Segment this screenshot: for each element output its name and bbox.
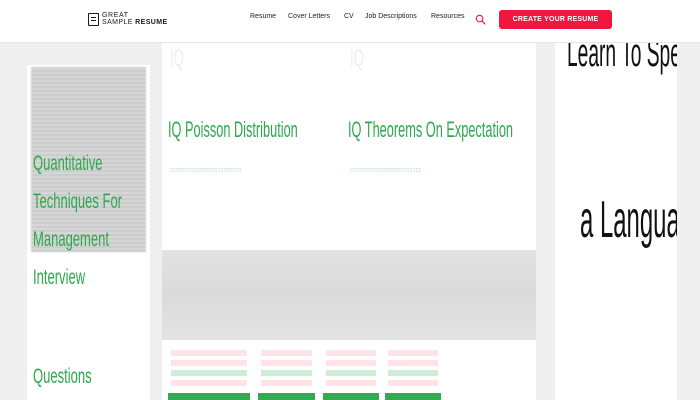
nav-cover-letters[interactable]: Cover Letters (288, 13, 330, 25)
related-card[interactable] (323, 346, 379, 400)
related-card[interactable] (168, 346, 250, 400)
logo-line-2: SAMPLE RESUME (102, 19, 168, 26)
nav-job-descriptions[interactable]: Job Descriptions (365, 13, 417, 25)
ad-banner-language[interactable]: Learn To Speak a Language (555, 43, 677, 400)
related-cards (162, 340, 536, 400)
site-header: GREAT SAMPLE RESUME Resume Cover Letters… (0, 0, 700, 43)
related-card[interactable] (385, 346, 441, 400)
article-card-row: IQ IQ IQ Poisson Distribution IQ Theorem… (162, 43, 536, 250)
banner-headline-2: a Language (580, 191, 677, 249)
card-subtitle: ▭▭▭▭▭▭▭▭▭▭▭▭ (170, 164, 242, 174)
nav-resources[interactable]: Resources (431, 13, 464, 25)
article-title-expectation[interactable]: IQ Theorems On Expectation (348, 117, 513, 143)
card-ghost-text: IQ (350, 45, 364, 72)
site-logo[interactable]: GREAT SAMPLE RESUME (88, 11, 168, 27)
search-icon[interactable] (475, 14, 486, 25)
nav-cv[interactable]: CV (344, 13, 354, 25)
logo-line-1: GREAT (102, 12, 129, 19)
article-title-qtm[interactable]: Quantitative Techniques For Management I… (33, 145, 150, 297)
article-card-qtm[interactable]: Quantitative Techniques For Management I… (27, 65, 150, 400)
article-title-qtm-tail[interactable]: Questions (33, 365, 150, 389)
related-card[interactable] (258, 346, 315, 400)
document-icon (88, 12, 99, 26)
section-divider (162, 250, 536, 340)
card-subtitle: ▭▭▭▭▭▭▭▭▭▭▭▭ (350, 164, 422, 174)
article-title-poisson[interactable]: IQ Poisson Distribution (168, 117, 298, 143)
banner-headline-1: Learn To Speak (567, 43, 677, 75)
nav-resume[interactable]: Resume (250, 13, 276, 25)
content-grid: Quantitative Techniques For Management I… (26, 43, 700, 400)
create-resume-button[interactable]: CREATE YOUR RESUME (499, 10, 612, 29)
card-ghost-text: IQ (170, 45, 184, 72)
